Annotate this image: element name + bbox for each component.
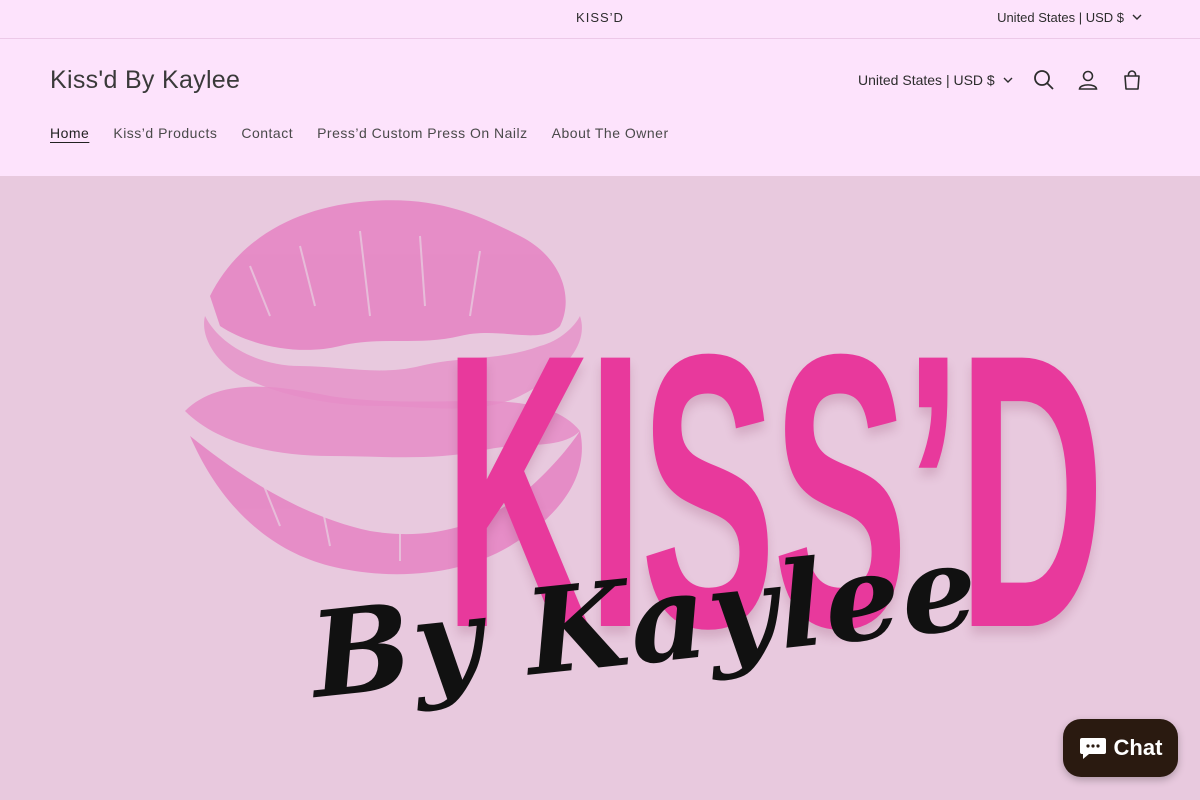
chat-button[interactable]: Chat	[1063, 719, 1178, 777]
locale-label: United States | USD $	[997, 10, 1124, 25]
nav-item-home[interactable]: Home	[50, 125, 89, 141]
nav-item-about-owner[interactable]: About The Owner	[552, 125, 669, 141]
locale-selector[interactable]: United States | USD $	[858, 72, 1013, 88]
brand-logo-text[interactable]: Kiss'd By Kaylee	[50, 66, 240, 95]
chevron-down-icon	[1003, 77, 1013, 83]
search-icon[interactable]	[1031, 67, 1057, 93]
hero-banner: KISS’D By Kaylee	[0, 176, 1200, 800]
announcement-bar: KISS’D United States | USD $	[0, 0, 1200, 39]
chevron-down-icon	[1132, 14, 1142, 20]
locale-label: United States | USD $	[858, 72, 995, 88]
site-header: Kiss'd By Kaylee United States | USD $ H…	[0, 39, 1200, 176]
chat-label: Chat	[1113, 735, 1163, 760]
locale-selector-top[interactable]: United States | USD $	[997, 10, 1142, 25]
account-icon[interactable]	[1075, 67, 1101, 93]
main-nav: Home Kiss’d Products Contact Press’d Cus…	[50, 125, 669, 141]
cart-icon[interactable]	[1119, 67, 1145, 93]
nav-item-contact[interactable]: Contact	[241, 125, 293, 141]
chat-bubble-icon	[1079, 738, 1106, 759]
nav-item-pressd-custom[interactable]: Press’d Custom Press On Nailz	[317, 125, 528, 141]
nav-item-kissd-products[interactable]: Kiss’d Products	[113, 125, 217, 141]
